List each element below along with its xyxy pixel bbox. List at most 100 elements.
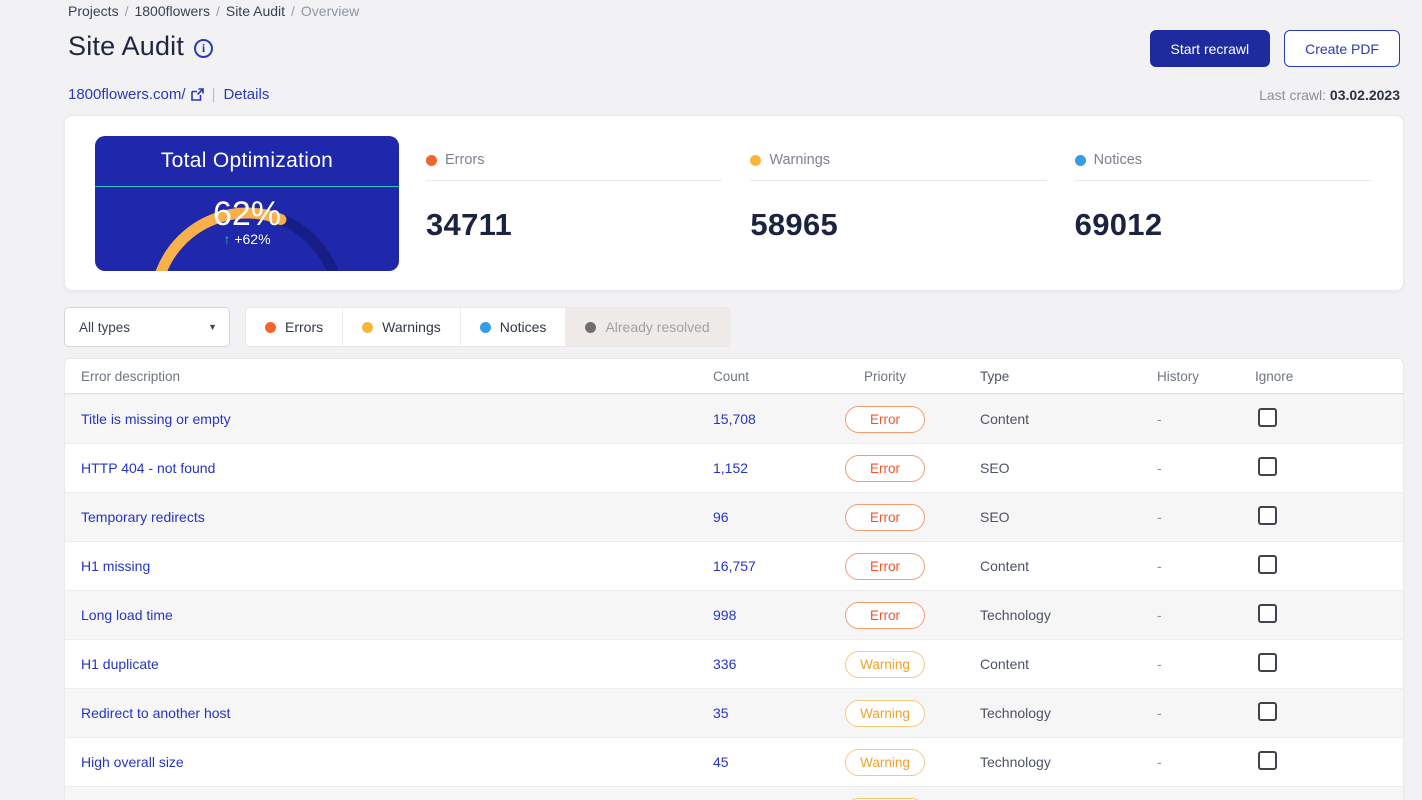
domain-link[interactable]: 1800flowers.com/: [68, 86, 204, 103]
create-pdf-button[interactable]: Create PDF: [1284, 30, 1400, 67]
notices-count: 69012: [1074, 207, 1163, 242]
issue-count-link[interactable]: 45: [697, 754, 845, 770]
priority-badge: Error: [845, 405, 925, 433]
ignore-checkbox[interactable]: [1258, 702, 1277, 721]
issue-history: -: [1157, 705, 1162, 721]
ignore-checkbox[interactable]: [1258, 506, 1277, 525]
ignore-checkbox[interactable]: [1258, 751, 1277, 770]
summary-card: Total Optimization 62% ↑ +62% Errors 347…: [64, 115, 1404, 291]
priority-badge: Error: [845, 503, 925, 531]
tab-already-resolved[interactable]: Already resolved: [566, 308, 729, 346]
issue-type: Content: [980, 558, 1030, 574]
issue-type: Technology: [980, 754, 1051, 770]
ignore-checkbox[interactable]: [1258, 457, 1277, 476]
issue-history: -: [1157, 460, 1162, 476]
priority-badge: Warning: [845, 748, 925, 776]
table-row: HTTP 404 - not found 1,152 Error SEO -: [65, 443, 1403, 492]
breadcrumb-project[interactable]: 1800flowers: [134, 3, 210, 19]
info-icon[interactable]: i: [194, 38, 214, 58]
details-link[interactable]: Details: [223, 86, 269, 103]
stat-warnings: Warnings 58965: [750, 152, 1047, 290]
warnings-dot-icon: [362, 321, 374, 333]
table-header: Error description Count Priority Type Hi…: [65, 359, 1403, 394]
table-row: Redirect to another host 35 Warning Tech…: [65, 688, 1403, 737]
table-row: Long load time 998 Error Technology -: [65, 590, 1403, 639]
issue-link[interactable]: High overall size: [65, 754, 697, 770]
ignore-checkbox[interactable]: [1258, 408, 1277, 427]
tab-errors[interactable]: Errors: [246, 308, 344, 346]
up-arrow-icon: ↑: [223, 231, 231, 247]
stat-label: Notices: [1093, 152, 1143, 168]
chevron-down-icon: ▼: [208, 322, 217, 332]
site-audit-page: Projects / 1800flowers / Site Audit / Overview…: [0, 0, 1422, 800]
issue-type: Content: [980, 411, 1030, 427]
issue-history: -: [1157, 656, 1162, 672]
table-row: Temporary redirects 96 Error SEO -: [65, 492, 1403, 541]
tab-notices[interactable]: Notices: [460, 308, 567, 346]
issue-count-link[interactable]: 16,757: [697, 558, 845, 574]
issue-history: -: [1157, 509, 1162, 525]
ignore-checkbox[interactable]: [1258, 604, 1277, 623]
resolved-dot-icon: [585, 321, 597, 333]
stat-errors: Errors 34711: [426, 152, 723, 290]
col-ignore: Ignore: [1255, 368, 1294, 384]
priority-badge: Warning: [845, 650, 925, 678]
issue-link[interactable]: H1 missing: [65, 558, 697, 574]
col-count: Count: [713, 368, 750, 384]
issue-link[interactable]: Long load time: [65, 607, 697, 623]
issue-link[interactable]: Redirect to another host: [65, 705, 697, 721]
table-row: Warning: [65, 786, 1403, 800]
table-row: Title is missing or empty 15,708 Error C…: [65, 394, 1403, 443]
errors-dot-icon: [265, 321, 276, 333]
issue-link[interactable]: Temporary redirects: [65, 509, 697, 525]
priority-badge: Warning: [845, 699, 925, 727]
breadcrumb: Projects / 1800flowers / Site Audit / Overview: [68, 3, 359, 19]
gauge-title: Total Optimization: [95, 136, 399, 187]
issue-count-link[interactable]: 96: [697, 509, 845, 525]
issue-count-link[interactable]: 35: [697, 705, 845, 721]
start-recrawl-button[interactable]: Start recrawl: [1149, 30, 1271, 67]
notices-dot-icon: [1074, 154, 1086, 166]
external-link-icon: [190, 88, 204, 101]
issue-history: -: [1157, 607, 1162, 623]
breadcrumb-separator: /: [291, 3, 295, 19]
type-filter-select[interactable]: All types ▼: [64, 307, 230, 347]
issues-table: Error description Count Priority Type Hi…: [64, 358, 1404, 800]
col-priority: Priority: [863, 368, 906, 384]
warnings-dot-icon: [750, 154, 762, 166]
priority-badge: Error: [845, 601, 925, 629]
breadcrumb-site-audit[interactable]: Site Audit: [226, 3, 285, 19]
ignore-checkbox[interactable]: [1258, 555, 1277, 574]
last-crawl: Last crawl: 03.02.2023: [1259, 86, 1400, 103]
issue-history: -: [1157, 558, 1162, 574]
breadcrumb-projects[interactable]: Projects: [68, 3, 119, 19]
issue-type: Content: [980, 656, 1030, 672]
ignore-checkbox[interactable]: [1258, 653, 1277, 672]
issue-link[interactable]: Title is missing or empty: [65, 411, 697, 427]
issue-count-link[interactable]: 998: [697, 607, 845, 623]
stat-label: Errors: [445, 152, 485, 168]
issue-count-link[interactable]: 15,708: [697, 411, 845, 427]
tab-warnings[interactable]: Warnings: [343, 308, 461, 346]
issue-history: -: [1157, 411, 1162, 427]
issue-count-link[interactable]: 336: [697, 656, 845, 672]
table-row: H1 duplicate 336 Warning Content -: [65, 639, 1403, 688]
issue-count-link[interactable]: 1,152: [697, 460, 845, 476]
col-error-description: Error description: [81, 368, 181, 384]
col-type: Type: [980, 368, 1010, 384]
issue-type: Technology: [980, 607, 1051, 623]
issue-type: SEO: [980, 460, 1010, 476]
breadcrumb-current: Overview: [300, 3, 360, 19]
notices-dot-icon: [479, 321, 491, 333]
severity-tabs: Errors Warnings Notices Already resolved: [245, 307, 730, 347]
stat-notices: Notices 69012: [1074, 152, 1371, 290]
warnings-count: 58965: [750, 207, 839, 242]
issue-link[interactable]: HTTP 404 - not found: [65, 460, 697, 476]
page-title: Site Audit: [68, 31, 185, 61]
breadcrumb-separator: /: [124, 3, 129, 19]
issue-type: Technology: [980, 705, 1051, 721]
last-crawl-date: 03.02.2023: [1329, 86, 1400, 103]
total-optimization-card: Total Optimization 62% ↑ +62%: [95, 136, 399, 271]
priority-badge: Error: [845, 454, 925, 482]
issue-link[interactable]: H1 duplicate: [65, 656, 697, 672]
